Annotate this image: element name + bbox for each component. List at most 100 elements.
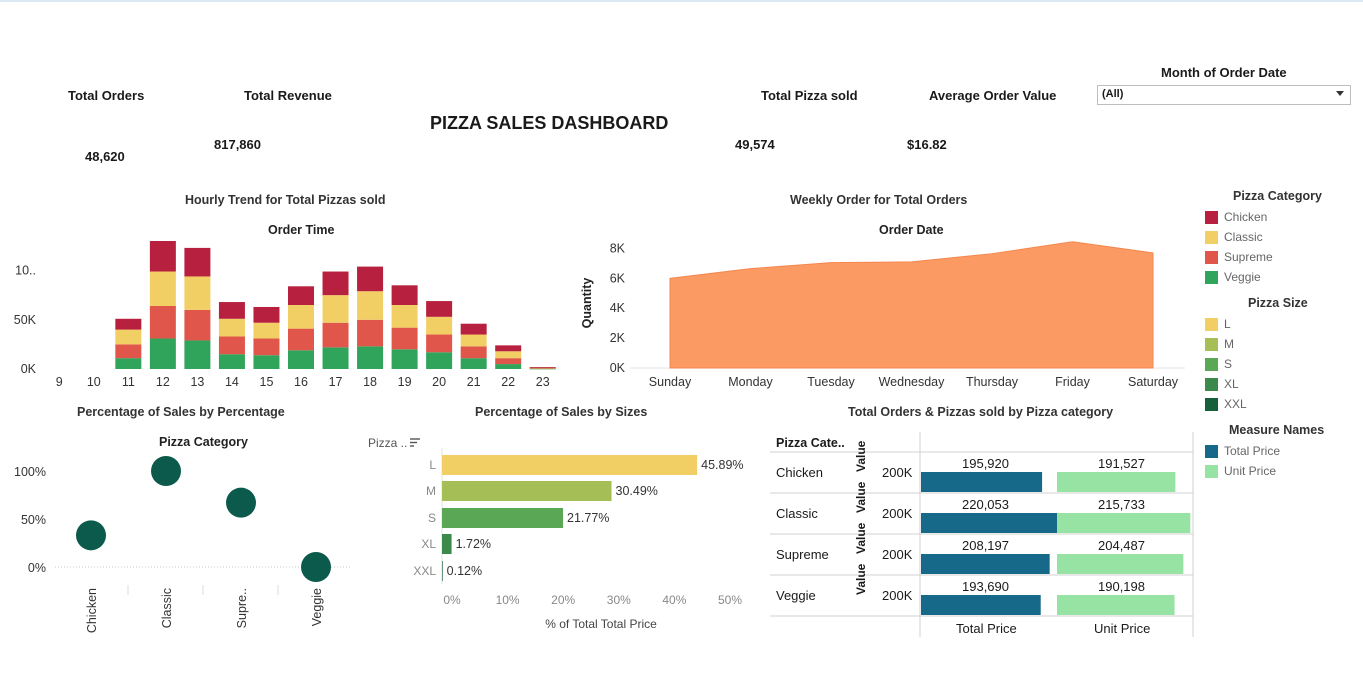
weekly-ytick-label: 6K bbox=[610, 271, 626, 285]
hourly-bar-segment[interactable] bbox=[149, 305, 176, 339]
weekly-area-series[interactable] bbox=[669, 241, 1154, 369]
legend-swatch bbox=[1205, 464, 1218, 478]
orders-category-axis-tick: 200K bbox=[882, 506, 913, 521]
hourly-bar-segment[interactable] bbox=[322, 347, 349, 369]
orders-category-bar[interactable] bbox=[921, 554, 1050, 574]
pizza-category-legend-item[interactable]: Supreme bbox=[1205, 247, 1355, 267]
hourly-bar-segment[interactable] bbox=[218, 302, 245, 319]
hourly-bar-segment[interactable] bbox=[288, 350, 314, 369]
top-border bbox=[0, 0, 1363, 2]
weekly-xtick-label: Sunday bbox=[649, 375, 692, 389]
pizza-size-legend-item[interactable]: M bbox=[1205, 334, 1355, 354]
hourly-bar-segment[interactable] bbox=[391, 305, 418, 328]
hourly-bar-segment[interactable] bbox=[253, 355, 280, 369]
orders-category-bar[interactable] bbox=[921, 472, 1043, 492]
hourly-bar-segment[interactable] bbox=[460, 346, 487, 359]
pizza-size-legend-item[interactable]: XL bbox=[1205, 374, 1355, 394]
hourly-bar-segment[interactable] bbox=[426, 301, 453, 317]
orders-category-bar[interactable] bbox=[921, 595, 1041, 615]
pizza-size-legend-title: Pizza Size bbox=[1248, 296, 1308, 310]
pizza-size-legend-item[interactable]: XXL bbox=[1205, 394, 1355, 414]
hourly-bar-segment[interactable] bbox=[426, 352, 453, 369]
hourly-bar-segment[interactable] bbox=[115, 318, 142, 330]
hourly-bar-segment[interactable] bbox=[426, 316, 453, 335]
orders-category-bar[interactable] bbox=[921, 513, 1057, 533]
hourly-bar-segment[interactable] bbox=[391, 327, 418, 350]
month-filter-dropdown[interactable]: (All) bbox=[1097, 85, 1351, 105]
category-pct-point[interactable] bbox=[226, 487, 256, 518]
orders-category-bar[interactable] bbox=[1057, 554, 1184, 574]
pizza-size-legend-item[interactable]: L bbox=[1205, 314, 1355, 334]
size-pct-xtick-label: 10% bbox=[496, 593, 520, 607]
kpi-total-orders-label: Total Orders bbox=[68, 88, 145, 103]
sort-icon[interactable] bbox=[410, 438, 420, 447]
chevron-down-icon[interactable] bbox=[1336, 91, 1344, 96]
category-pct-point[interactable] bbox=[76, 520, 106, 551]
legend-label: M bbox=[1224, 337, 1234, 351]
hourly-bar-segment[interactable] bbox=[218, 354, 245, 369]
hourly-bar-segment[interactable] bbox=[357, 266, 384, 292]
measure-names-legend-item[interactable]: Total Price bbox=[1205, 441, 1355, 461]
hourly-bar-segment[interactable] bbox=[495, 364, 522, 369]
hourly-bar-segment[interactable] bbox=[495, 345, 522, 352]
category-pct-point[interactable] bbox=[301, 552, 331, 582]
hourly-bar-segment[interactable] bbox=[495, 351, 522, 359]
hourly-bar-segment[interactable] bbox=[184, 309, 211, 341]
orders-category-bar[interactable] bbox=[1057, 472, 1176, 492]
hourly-bar-segment[interactable] bbox=[322, 295, 349, 323]
hourly-bar-segment[interactable] bbox=[184, 247, 211, 277]
hourly-bar-segment[interactable] bbox=[149, 338, 176, 369]
weekly-order-chart: Quantity 0K 2K 4K 6K 8K Sunday Monday Tuesday W… bbox=[580, 241, 1185, 389]
pizza-size-legend-item[interactable]: S bbox=[1205, 354, 1355, 374]
hourly-bar-segment[interactable] bbox=[149, 241, 176, 272]
hourly-bar-segment[interactable] bbox=[115, 344, 142, 359]
hourly-bar-segment[interactable] bbox=[149, 271, 176, 306]
hourly-bar-segment[interactable] bbox=[184, 276, 211, 310]
hourly-bar-segment[interactable] bbox=[391, 349, 418, 369]
hourly-bar-segment[interactable] bbox=[253, 322, 280, 339]
legend-label: Classic bbox=[1224, 230, 1263, 244]
kpi-total-pizza-sold-label: Total Pizza sold bbox=[761, 88, 858, 103]
hourly-bar-segment[interactable] bbox=[460, 358, 487, 369]
size-pct-bar[interactable] bbox=[442, 534, 452, 554]
hourly-bar-segment[interactable] bbox=[322, 322, 349, 348]
hourly-bar-segment[interactable] bbox=[253, 338, 280, 356]
pizza-category-legend-item[interactable]: Chicken bbox=[1205, 207, 1355, 227]
legend-label: Chicken bbox=[1224, 210, 1268, 224]
pizza-category-legend-item[interactable]: Classic bbox=[1205, 227, 1355, 247]
orders-category-axis-tick: 200K bbox=[882, 465, 913, 480]
hourly-xtick-label: 16 bbox=[294, 375, 308, 389]
hourly-bar-segment[interactable] bbox=[357, 346, 384, 369]
size-pct-bar[interactable] bbox=[442, 455, 698, 475]
hourly-bar-segment[interactable] bbox=[426, 334, 453, 353]
hourly-bar-segment[interactable] bbox=[288, 286, 314, 305]
size-pct-bar[interactable] bbox=[442, 561, 443, 581]
hourly-bar-segment[interactable] bbox=[460, 323, 487, 335]
hourly-bar-segment[interactable] bbox=[357, 319, 384, 347]
hourly-bar-segment[interactable] bbox=[288, 328, 314, 351]
category-pct-point[interactable] bbox=[151, 456, 181, 486]
orders-category-value-label: 190,198 bbox=[1098, 579, 1145, 594]
measure-names-legend-item[interactable]: Unit Price bbox=[1205, 461, 1355, 481]
hourly-bar-segment[interactable] bbox=[529, 367, 556, 368]
hourly-bar-segment[interactable] bbox=[391, 285, 418, 305]
orders-category-bar[interactable] bbox=[1057, 513, 1191, 533]
hourly-bar-segment[interactable] bbox=[218, 336, 245, 355]
size-pct-bar[interactable] bbox=[442, 508, 564, 528]
size-pct-bar[interactable] bbox=[442, 481, 612, 501]
orders-category-value-label: 195,920 bbox=[962, 456, 1009, 471]
hourly-bar-segment[interactable] bbox=[115, 358, 142, 369]
hourly-bar-segment[interactable] bbox=[322, 271, 349, 296]
hourly-bar-segment[interactable] bbox=[495, 358, 522, 365]
hourly-bar-segment[interactable] bbox=[288, 305, 314, 329]
pizza-category-legend-item[interactable]: Veggie bbox=[1205, 267, 1355, 287]
hourly-bar-segment[interactable] bbox=[115, 329, 142, 345]
hourly-bar-segment[interactable] bbox=[218, 318, 245, 337]
hourly-bar-segment[interactable] bbox=[460, 334, 487, 347]
hourly-bar-segment[interactable] bbox=[357, 291, 384, 320]
orders-category-bar[interactable] bbox=[1057, 595, 1175, 615]
hourly-bar-segment[interactable] bbox=[184, 340, 211, 369]
hourly-bar-segment[interactable] bbox=[253, 306, 280, 323]
size-pct-xtick-label: 50% bbox=[718, 593, 742, 607]
weekly-xtick-label: Saturday bbox=[1128, 375, 1179, 389]
